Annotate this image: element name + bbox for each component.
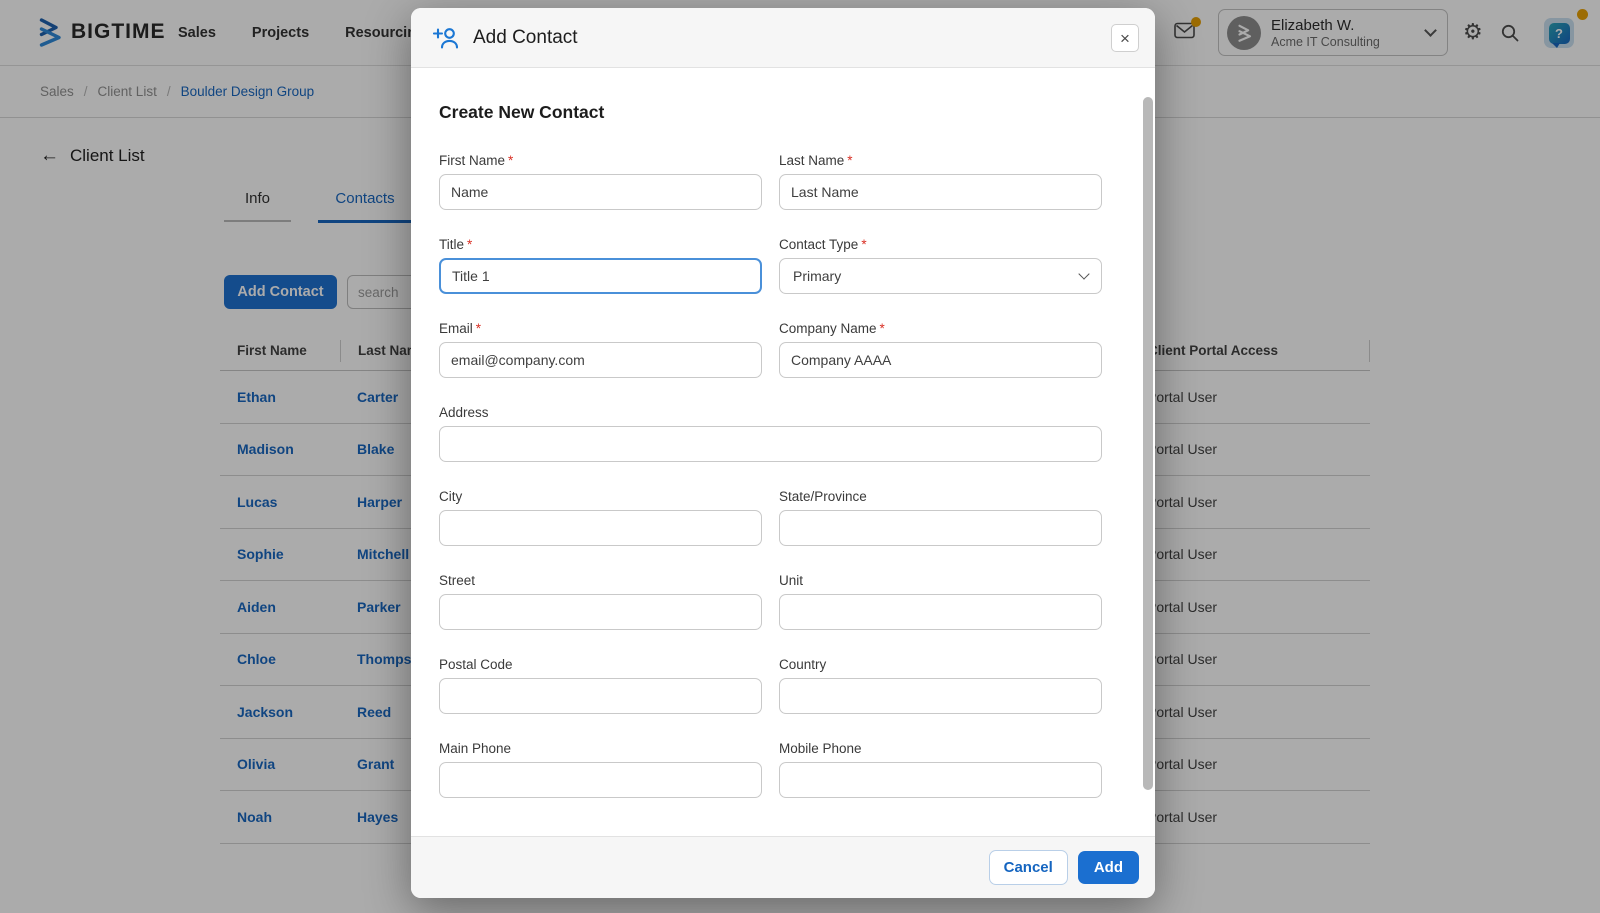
add-button[interactable]: Add xyxy=(1078,851,1139,884)
required-marker: * xyxy=(467,237,472,252)
contact-type-value: Primary xyxy=(793,268,841,284)
street-label: Street xyxy=(439,573,475,588)
field-country: Country xyxy=(779,657,1102,714)
required-marker: * xyxy=(861,237,866,252)
company-name-input[interactable] xyxy=(779,342,1102,378)
title-input[interactable] xyxy=(439,258,762,294)
chevron-down-icon xyxy=(1078,268,1089,279)
state-input[interactable] xyxy=(779,510,1102,546)
field-first-name: First Name* xyxy=(439,153,762,210)
required-marker: * xyxy=(508,153,513,168)
app-window: BIGTIME Sales Projects Resourcing Elizab… xyxy=(0,0,1600,913)
field-unit: Unit xyxy=(779,573,1102,630)
title-label: Title xyxy=(439,237,464,252)
state-label: State/Province xyxy=(779,489,867,504)
modal-scrollbar-thumb[interactable] xyxy=(1143,97,1153,790)
postal-code-label: Postal Code xyxy=(439,657,513,672)
field-street: Street xyxy=(439,573,762,630)
field-company-name: Company Name* xyxy=(779,321,1102,378)
add-contact-modal: Add Contact × Create New Contact First N… xyxy=(411,8,1155,898)
mobile-phone-label: Mobile Phone xyxy=(779,741,862,756)
required-marker: * xyxy=(476,321,481,336)
form-heading: Create New Contact xyxy=(439,102,1102,123)
modal-footer: Cancel Add xyxy=(411,836,1155,898)
country-input[interactable] xyxy=(779,678,1102,714)
email-label: Email xyxy=(439,321,473,336)
required-marker: * xyxy=(880,321,885,336)
modal-title: Add Contact xyxy=(473,27,578,49)
modal-header: Add Contact × xyxy=(411,8,1155,68)
street-input[interactable] xyxy=(439,594,762,630)
field-title: Title* xyxy=(439,237,762,294)
address-input[interactable] xyxy=(439,426,1102,462)
person-add-icon xyxy=(433,26,460,50)
field-last-name: Last Name* xyxy=(779,153,1102,210)
city-input[interactable] xyxy=(439,510,762,546)
company-name-label: Company Name xyxy=(779,321,877,336)
main-phone-label: Main Phone xyxy=(439,741,511,756)
last-name-input[interactable] xyxy=(779,174,1102,210)
required-marker: * xyxy=(847,153,852,168)
unit-input[interactable] xyxy=(779,594,1102,630)
unit-label: Unit xyxy=(779,573,803,588)
field-contact-type: Contact Type* Primary xyxy=(779,237,1102,294)
field-email: Email* xyxy=(439,321,762,378)
field-state: State/Province xyxy=(779,489,1102,546)
field-mobile-phone: Mobile Phone xyxy=(779,741,1102,798)
email-input[interactable] xyxy=(439,342,762,378)
contact-type-label: Contact Type xyxy=(779,237,858,252)
modal-body: Create New Contact First Name* Last Name… xyxy=(411,68,1155,836)
postal-code-input[interactable] xyxy=(439,678,762,714)
field-postal-code: Postal Code xyxy=(439,657,762,714)
mobile-phone-input[interactable] xyxy=(779,762,1102,798)
main-phone-input[interactable] xyxy=(439,762,762,798)
contact-type-select[interactable]: Primary xyxy=(779,258,1102,294)
field-address: Address xyxy=(439,405,1102,462)
last-name-label: Last Name xyxy=(779,153,844,168)
field-city: City xyxy=(439,489,762,546)
first-name-input[interactable] xyxy=(439,174,762,210)
address-label: Address xyxy=(439,405,489,420)
first-name-label: First Name xyxy=(439,153,505,168)
city-label: City xyxy=(439,489,462,504)
field-main-phone: Main Phone xyxy=(439,741,762,798)
close-icon[interactable]: × xyxy=(1111,24,1139,52)
cancel-button[interactable]: Cancel xyxy=(989,850,1068,885)
country-label: Country xyxy=(779,657,826,672)
